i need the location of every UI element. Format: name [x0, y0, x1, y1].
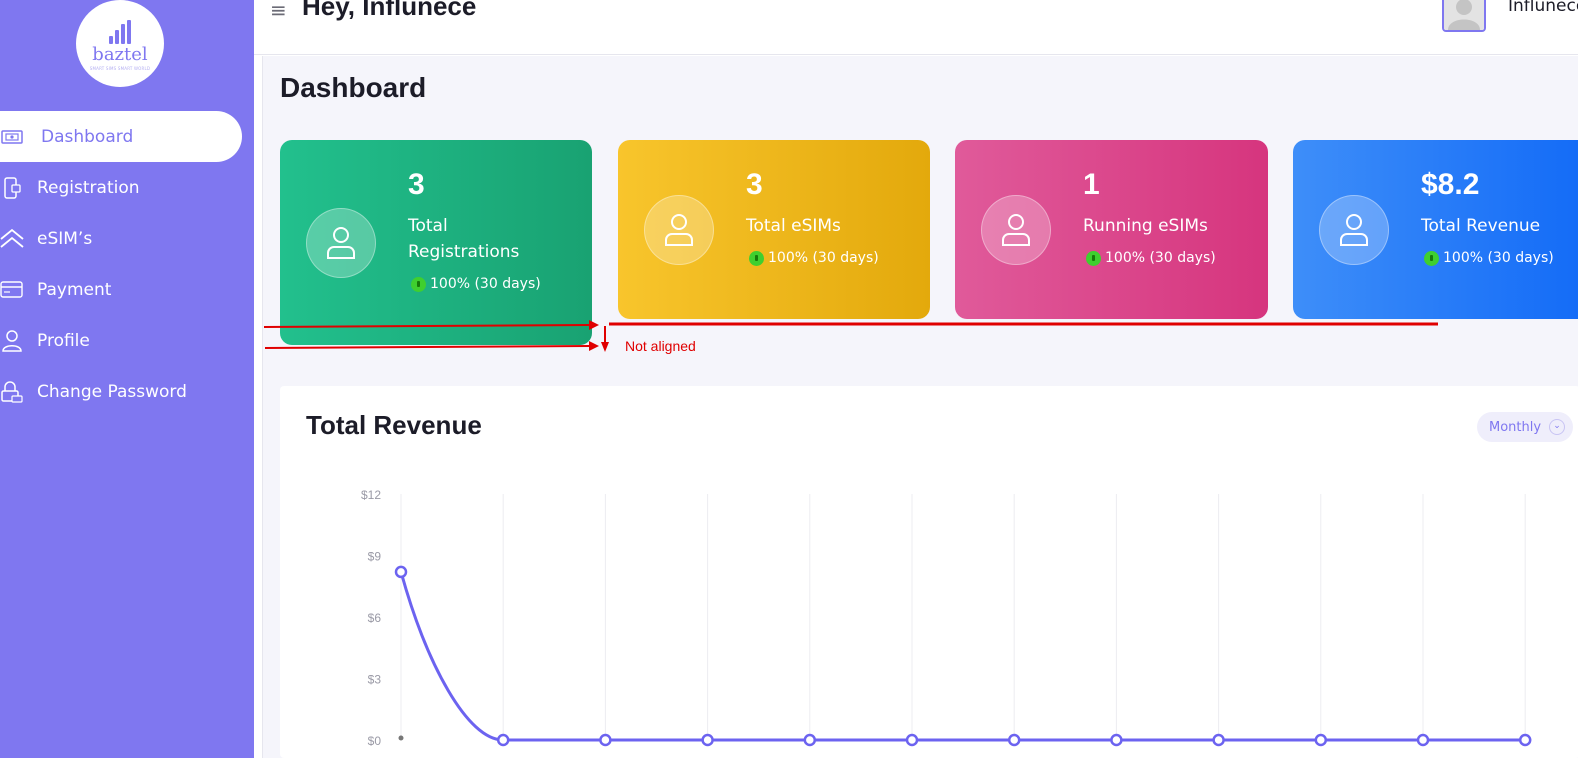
stat-card-esims[interactable]: 3 Total eSIMs 100% (30 days) [618, 140, 930, 319]
signal-bars-icon [109, 20, 131, 44]
lock-icon [0, 380, 24, 404]
sidebar-item-dashboard[interactable]: Dashboard [0, 111, 242, 162]
chart-point [1212, 733, 1225, 747]
greeting: Hey, Influnece [302, 0, 477, 21]
chart-point [701, 733, 714, 747]
y-tick-label: $6 [368, 611, 382, 625]
stat-change-text: 100% (30 days) [430, 276, 541, 292]
stat-value: 3 [408, 168, 425, 201]
trend-up-icon [1424, 250, 1439, 266]
stat-change: 100% (30 days) [411, 276, 541, 292]
sidebar-item-payment[interactable]: Payment [0, 264, 254, 315]
user-icon [306, 208, 376, 278]
stat-label: Running eSIMs [1083, 216, 1208, 236]
annotation-line-top [263, 324, 590, 328]
annotation-text: Not aligned [625, 338, 696, 354]
sidebar-item-label: Payment [37, 279, 112, 300]
sidebar-item-registration[interactable]: Registration [0, 162, 254, 213]
stat-value: 1 [1083, 168, 1100, 201]
y-tick-label: $0 [368, 734, 382, 748]
stat-change-text: 100% (30 days) [1105, 250, 1216, 266]
stat-change-text: 100% (30 days) [1443, 250, 1554, 266]
phone-icon [0, 176, 24, 200]
trend-up-icon [749, 250, 764, 266]
y-tick-label: $3 [368, 673, 382, 687]
content-area: Dashboard 3 Total Registrations 100% (30… [262, 56, 1578, 758]
y-tick-label: $12 [361, 488, 381, 502]
main-area: ≡ Hey, Influnece Influnece Dashboard 3 T… [254, 0, 1578, 758]
sidebar-item-label: Profile [37, 330, 90, 351]
sidebar-item-label: Change Password [37, 381, 187, 402]
revenue-panel: Total Revenue Monthly ⌄ $0 $3 $6 $9 $12 [280, 386, 1578, 758]
trend-up-icon [411, 276, 426, 292]
stat-label: Total eSIMs [746, 216, 841, 236]
chart-point [1314, 733, 1328, 747]
user-icon [644, 195, 714, 265]
page-title: Dashboard [280, 72, 427, 103]
chart-point [905, 733, 919, 747]
trend-up-icon [1086, 250, 1101, 266]
user-icon [0, 329, 24, 353]
sidebar: baztel SMART SIMS SMART WORLD Dashboard … [0, 0, 254, 758]
sidebar-nav: Dashboard Registration eSIM’s Payment Pr… [0, 111, 254, 417]
sidebar-item-profile[interactable]: Profile [0, 315, 254, 366]
chart-point [1416, 733, 1430, 747]
chart-point [1518, 733, 1532, 747]
chart-point [599, 733, 612, 747]
menu-icon[interactable]: ≡ [270, 0, 287, 22]
annotation-arrow-bottom [589, 341, 599, 351]
user-icon [981, 195, 1051, 265]
logo-tagline: SMART SIMS SMART WORLD [89, 66, 151, 71]
stat-card-revenue[interactable]: $8.2 Total Revenue 100% (30 days) [1293, 140, 1578, 319]
sidebar-item-change-password[interactable]: Change Password [0, 366, 254, 417]
stat-change: 100% (30 days) [1424, 250, 1554, 266]
y-tick-label: $9 [368, 550, 382, 564]
revenue-chart: $0 $3 $6 $9 $12 [361, 488, 1532, 748]
stat-label: Total Registrations [408, 216, 520, 262]
chart-point [1007, 733, 1021, 747]
stat-change: 100% (30 days) [749, 250, 879, 266]
chart-point [1110, 733, 1123, 747]
annotation-arrow-top [589, 320, 599, 330]
chart-point [803, 733, 817, 747]
user-icon [1319, 195, 1389, 265]
annotation-arrow-down [601, 342, 609, 352]
chart-baseline-dot [398, 735, 404, 741]
brand-logo[interactable]: baztel SMART SIMS SMART WORLD [76, 0, 164, 87]
stat-value: $8.2 [1421, 168, 1480, 201]
sidebar-item-label: Registration [37, 177, 140, 198]
chart-point [394, 565, 408, 579]
sidebar-item-label: Dashboard [41, 126, 134, 147]
dashboard-icon [0, 125, 24, 149]
annotation-line-bottom [264, 345, 590, 349]
stat-card-running-esims[interactable]: 1 Running eSIMs 100% (30 days) [955, 140, 1268, 319]
top-bar: ≡ Hey, Influnece Influnece [254, 0, 1578, 55]
username[interactable]: Influnece [1508, 0, 1578, 16]
sidebar-item-label: eSIM’s [37, 228, 93, 249]
card-icon [0, 278, 24, 302]
chart-series-line [399, 571, 1526, 742]
avatar[interactable] [1442, 0, 1486, 32]
stat-change-text: 100% (30 days) [768, 250, 879, 266]
stat-label: Total Revenue [1421, 216, 1541, 236]
chart-point [496, 733, 510, 747]
logo-text: baztel [92, 44, 148, 65]
sidebar-item-esims[interactable]: eSIM’s [0, 213, 254, 264]
stat-value: 3 [746, 168, 763, 201]
chevrons-up-icon [0, 227, 24, 251]
stat-change: 100% (30 days) [1086, 250, 1216, 266]
